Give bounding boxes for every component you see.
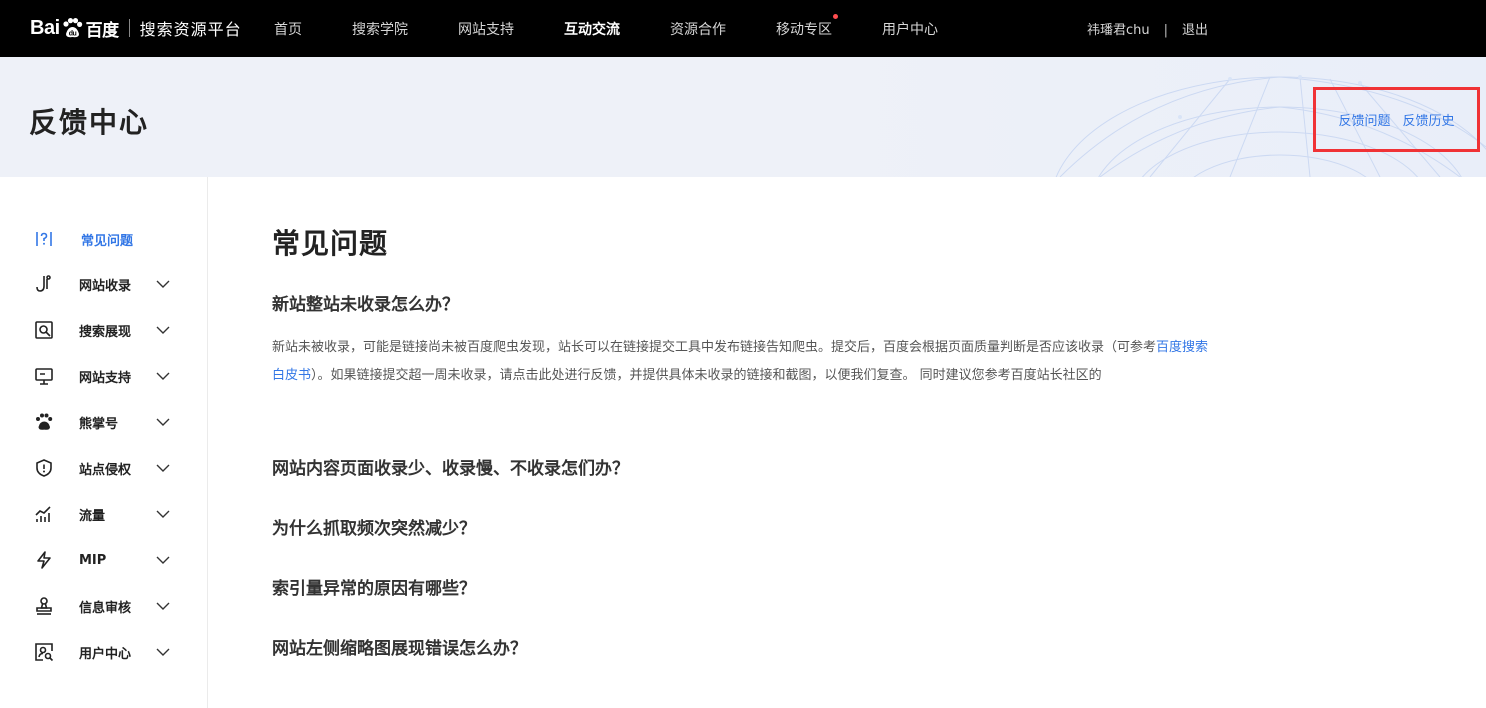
nav-item-home[interactable]: 首页 xyxy=(274,0,302,57)
baidu-logo-mark: Bai du 百度 xyxy=(30,16,119,41)
sidebar-item-infringement[interactable]: 站点侵权 xyxy=(34,456,184,480)
logo-text-bai: Bai xyxy=(30,16,60,39)
nav-item-mobile-label: 移动专区 xyxy=(776,22,832,38)
sidebar-item-label: 网站支持 xyxy=(79,370,132,386)
baidu-paw-icon: du xyxy=(63,18,82,38)
nav-item-mobile[interactable]: 移动专区 xyxy=(776,0,838,57)
top-navigation-bar: Bai du 百度 搜索资源平台 首页 搜索学院 网站支持 互动交流 资源合作 … xyxy=(0,0,1486,57)
chevron-down-icon[interactable] xyxy=(156,415,170,429)
paw-icon xyxy=(34,412,54,432)
faq-question[interactable]: 网站内容页面收录少、收录慢、不收录怎们办？ xyxy=(272,454,629,479)
shield-icon xyxy=(34,458,54,478)
chevron-down-icon[interactable] xyxy=(156,599,170,613)
faq-question[interactable]: 索引量异常的原因有哪些？ xyxy=(272,574,476,599)
logo-divider xyxy=(128,19,130,37)
feedback-issue-link[interactable]: 反馈问题 xyxy=(1338,110,1390,129)
sidebar-item-faq[interactable]: 常见问题 xyxy=(34,227,184,251)
index-hook-icon xyxy=(34,274,54,294)
nav-item-user-center[interactable]: 用户中心 xyxy=(882,0,938,57)
faq-question[interactable]: 为什么抓取频次突然减少？ xyxy=(272,514,476,539)
stamp-icon xyxy=(34,596,54,616)
faq-icon xyxy=(34,229,54,249)
username-link[interactable]: 祎璠君chu xyxy=(1087,0,1150,57)
sidebar-item-info-review[interactable]: 信息审核 xyxy=(34,594,184,618)
feedback-history-link[interactable]: 反馈历史 xyxy=(1403,110,1455,129)
faq-answer-text: ）。如果链接提交超一周未收录，请点击此处进行反馈，并提供具体未收录的链接和截图，… xyxy=(311,368,1102,383)
main-nav: 首页 搜索学院 网站支持 互动交流 资源合作 移动专区 用户中心 xyxy=(274,0,988,57)
logo-text-baidu-cn: 百度 xyxy=(85,20,120,40)
sidebar-item-label: 熊掌号 xyxy=(79,416,119,432)
faq-title: 常见问题 xyxy=(272,227,389,260)
traffic-chart-icon xyxy=(34,504,54,524)
nav-item-academy[interactable]: 搜索学院 xyxy=(352,0,408,57)
faq-content: 常见问题 新站整站未收录怎么办？ 新站未被收录，可能是链接尚未被百度爬虫发现，站… xyxy=(272,222,1217,659)
search-display-icon xyxy=(34,320,54,340)
logout-link[interactable]: 退出 xyxy=(1182,0,1208,57)
lightning-icon xyxy=(34,550,54,570)
faq-answer-text: 新站未被收录，可能是链接尚未被百度爬虫发现，站长可以在链接提交工具中发布链接告知… xyxy=(272,340,1157,355)
notification-dot xyxy=(833,14,838,19)
user-card-icon xyxy=(34,642,54,662)
sidebar-item-label: MIP xyxy=(79,552,107,568)
monitor-icon xyxy=(34,366,54,386)
faq-answer: 新站未被收录，可能是链接尚未被百度爬虫发现，站长可以在链接提交工具中发布链接告知… xyxy=(272,334,1217,390)
chevron-down-icon[interactable] xyxy=(156,323,170,337)
sidebar-item-label: 用户中心 xyxy=(79,646,132,662)
sidebar-item-mip[interactable]: MIP xyxy=(34,548,184,572)
sidebar-item-indexing[interactable]: 网站收录 xyxy=(34,272,184,296)
faq-question[interactable]: 新站整站未收录怎么办？ xyxy=(272,290,459,315)
sidebar-item-search-display[interactable]: 搜索展现 xyxy=(34,318,184,342)
banner-links-highlight: 反馈问题 反馈历史 xyxy=(1313,87,1480,152)
chevron-down-icon[interactable] xyxy=(156,369,170,383)
sidebar-item-label: 站点侵权 xyxy=(79,462,132,478)
sidebar-item-label: 常见问题 xyxy=(81,233,134,249)
sidebar: 常见问题 网站收录 搜索展现 网站支持 熊掌号 站点侵权 流量 MIP 信息审核… xyxy=(0,177,208,708)
sidebar-item-xiongzhang[interactable]: 熊掌号 xyxy=(34,410,184,434)
sidebar-item-label: 流量 xyxy=(79,508,106,524)
sidebar-item-label: 信息审核 xyxy=(79,600,132,616)
user-area: 祎璠君chu | 退出 xyxy=(1087,0,1208,57)
chevron-down-icon[interactable] xyxy=(156,553,170,567)
chevron-down-icon[interactable] xyxy=(156,461,170,475)
nav-item-site-support[interactable]: 网站支持 xyxy=(458,0,514,57)
faq-question[interactable]: 网站左侧缩略图展现错误怎么办？ xyxy=(272,634,527,659)
sidebar-item-site-support[interactable]: 网站支持 xyxy=(34,364,184,388)
chevron-down-icon[interactable] xyxy=(156,277,170,291)
nav-item-cooperation[interactable]: 资源合作 xyxy=(670,0,726,57)
chevron-down-icon[interactable] xyxy=(156,645,170,659)
svg-text:du: du xyxy=(68,31,76,38)
platform-name: 搜索资源平台 xyxy=(139,20,242,39)
sidebar-item-label: 网站收录 xyxy=(79,278,132,294)
sidebar-item-traffic[interactable]: 流量 xyxy=(34,502,184,526)
baidu-logo[interactable]: Bai du 百度 搜索资源平台 xyxy=(30,12,242,44)
chevron-down-icon[interactable] xyxy=(156,507,170,521)
user-separator: | xyxy=(1163,23,1169,38)
nav-item-interaction[interactable]: 互动交流 xyxy=(564,0,620,57)
sidebar-item-user-center[interactable]: 用户中心 xyxy=(34,640,184,664)
page-title: 反馈中心 xyxy=(29,106,150,139)
sidebar-item-label: 搜索展现 xyxy=(79,324,132,340)
page-banner: 反馈中心 反馈问题 反馈历史 xyxy=(0,57,1486,177)
